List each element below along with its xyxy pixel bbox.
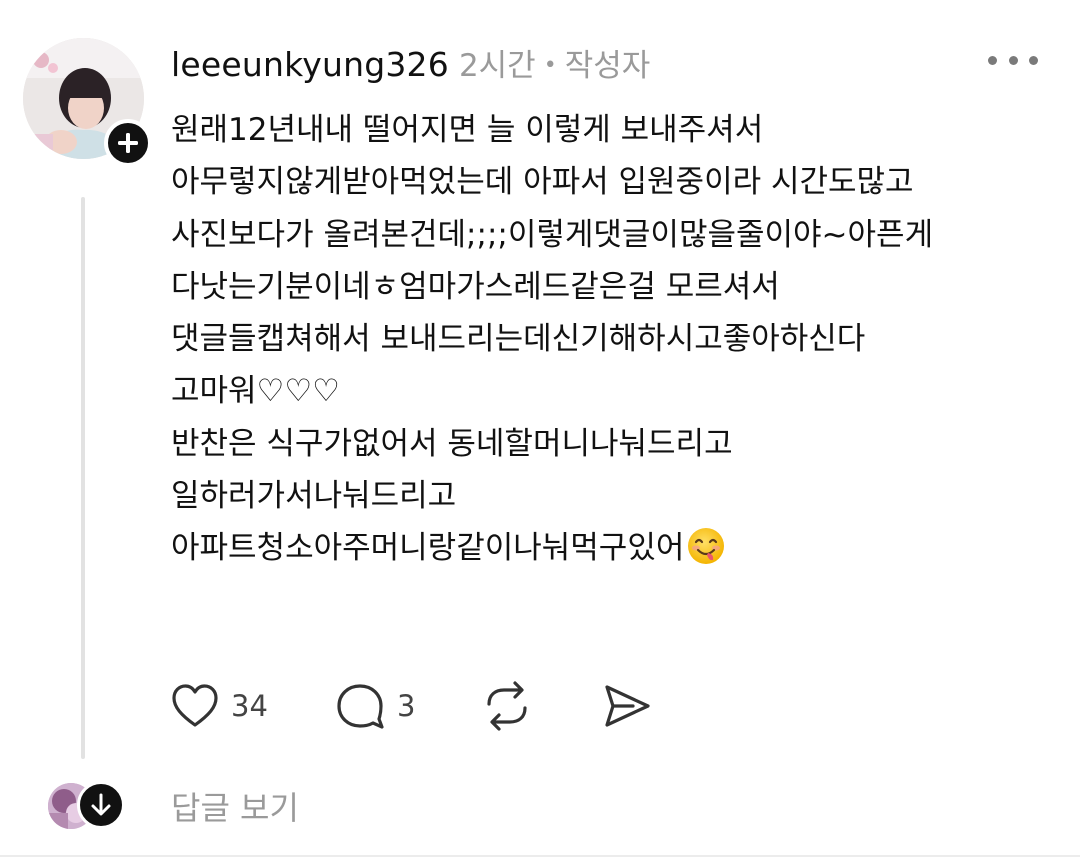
expand-replies-button[interactable] [77, 781, 125, 829]
view-replies-row[interactable]: 답글 보기 [45, 781, 445, 831]
thread-line [81, 197, 85, 759]
post-header: leeeunkyung326 2시간 • 작성자 [171, 40, 650, 92]
arrow-down-icon [91, 793, 111, 816]
comment-bubble-icon [337, 684, 384, 729]
heart-icon [172, 684, 218, 727]
post-line: 다낫는기분이네ㅎ엄마가스레드같은걸 모르셔서 [171, 268, 780, 305]
share-button[interactable] [603, 678, 651, 734]
post-line: 반찬은 식구가없어서 동네할머니나눠드리고 [171, 425, 733, 462]
meta-separator: • [543, 53, 557, 78]
face-savoring-food-emoji [686, 526, 726, 582]
follow-button[interactable] [104, 119, 152, 167]
action-bar: 34 3 [171, 678, 691, 734]
post-line: 댓글들캡쳐해서 보내드리는데신기해하시고좋아하신다 [171, 321, 866, 358]
comment-button[interactable]: 3 [335, 678, 415, 734]
post-time: 2시간 [458, 48, 536, 84]
post-line-text: 아파트청소아주머니랑같이나눠먹구있어 [171, 530, 685, 567]
post-line: 사진보다가 올려본건데;;;;이렇게댓글이많을줄이야~아픈게 [171, 216, 934, 253]
like-button[interactable]: 34 [171, 678, 268, 734]
post-line: 고마워♡♡♡ [171, 373, 340, 410]
more-options-icon[interactable] [988, 50, 1038, 70]
post-line-last: 아파트청소아주머니랑같이나눠먹구있어 [171, 522, 1041, 574]
divider [0, 855, 1080, 857]
plus-icon [118, 133, 138, 153]
author-label: 작성자 [564, 48, 651, 84]
view-replies-link[interactable]: 답글 보기 [171, 783, 299, 829]
post-line: 아무렇지않게받아먹었는데 아파서 입원중이라 시간도많고 [171, 164, 914, 201]
post-line: 일하러가서나눠드리고 [171, 478, 457, 515]
like-count: 34 [231, 689, 268, 723]
comment-count: 3 [397, 689, 416, 723]
post-body: 원래12년내내 떨어지면 늘 이렇게 보내주셔서 아무렇지않게받아먹었는데 아파… [171, 104, 1041, 575]
username[interactable]: leeeunkyung326 [171, 45, 449, 84]
repost-button[interactable] [481, 678, 533, 734]
post-line: 원래12년내내 떨어지면 늘 이렇게 보내주셔서 [171, 112, 764, 148]
repost-icon [487, 681, 527, 731]
send-icon [605, 685, 650, 727]
